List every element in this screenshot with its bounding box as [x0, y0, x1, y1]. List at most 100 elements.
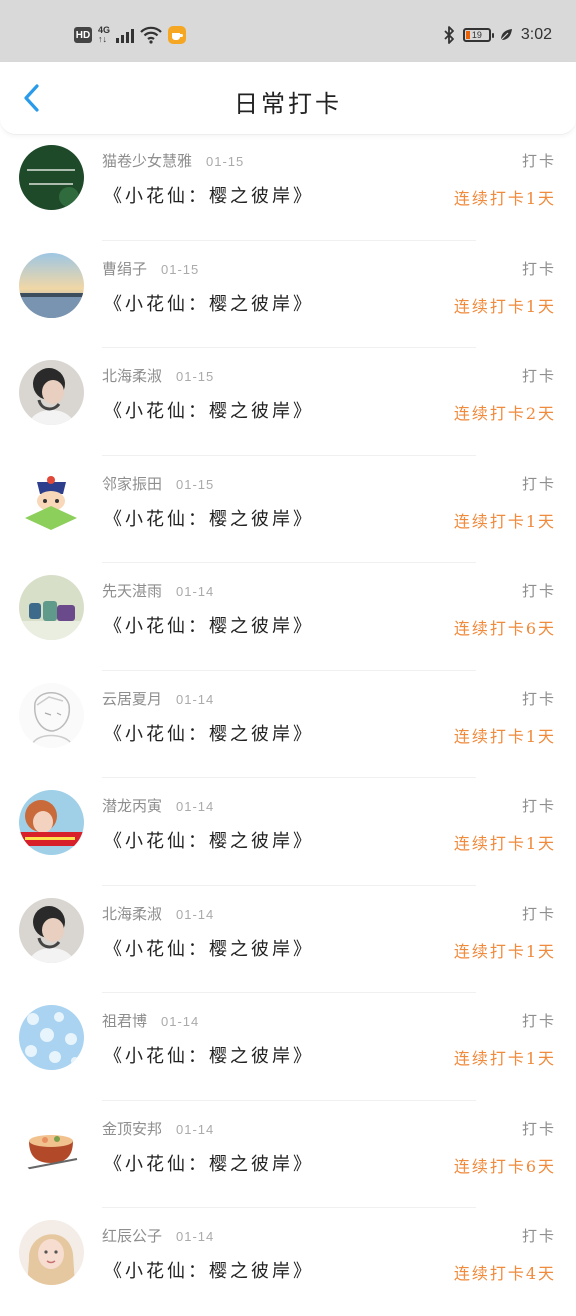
- streak-label: 连续打卡1天: [453, 941, 556, 961]
- checkin-date: 01-14: [176, 584, 215, 599]
- user-name[interactable]: 红辰公子: [102, 1227, 162, 1245]
- streak-label: 连续打卡1天: [453, 189, 556, 208]
- streak-label: 连续打卡1天: [453, 726, 556, 746]
- cell-signal-icon: [116, 27, 135, 43]
- user-name[interactable]: 猫卷少女慧雅: [102, 152, 192, 170]
- checkin-row: 红辰公子 01-14 《小花仙：樱之彼岸》 打卡 连续打卡4天: [0, 1208, 576, 1316]
- checkin-date: 01-14: [176, 1229, 215, 1244]
- streak-label: 连续打卡1天: [453, 511, 556, 531]
- checkin-row: 猫卷少女慧雅 01-15 《小花仙：樱之彼岸》 打卡 连续打卡1天: [0, 133, 576, 241]
- checkin-button[interactable]: 打卡: [522, 1010, 556, 1031]
- leaf-icon: [500, 29, 512, 41]
- book-title[interactable]: 《小花仙：樱之彼岸》: [104, 827, 314, 853]
- user-name[interactable]: 北海柔淑: [102, 367, 162, 385]
- avatar[interactable]: [19, 1112, 84, 1178]
- book-title[interactable]: 《小花仙：樱之彼岸》: [104, 935, 314, 961]
- book-title[interactable]: 《小花仙：樱之彼岸》: [104, 397, 314, 423]
- checkin-list[interactable]: 猫卷少女慧雅 01-15 《小花仙：樱之彼岸》 打卡 连续打卡1天 曹绢子 01-1…: [0, 133, 576, 1316]
- checkin-button[interactable]: 打卡: [522, 688, 556, 709]
- network-activity-label: ↑↓: [98, 34, 107, 44]
- checkin-button[interactable]: 打卡: [522, 1225, 556, 1246]
- streak-label: 连续打卡4天: [453, 1264, 556, 1283]
- status-bar: HD 4G ↑↓ 19 3:02: [0, 0, 576, 62]
- user-name-line: 金顶安邦 01-14: [102, 1118, 214, 1139]
- avatar[interactable]: [19, 360, 84, 425]
- checkin-row: 北海柔淑 01-15 《小花仙：樱之彼岸》 打卡 连续打卡2天: [0, 348, 576, 456]
- checkin-button[interactable]: 打卡: [522, 150, 556, 171]
- book-title[interactable]: 《小花仙：樱之彼岸》: [104, 1150, 314, 1176]
- battery-level: 19: [471, 30, 482, 40]
- user-name[interactable]: 祖君博: [102, 1012, 147, 1030]
- checkin-row: 潜龙丙寅 01-14 《小花仙：樱之彼岸》 打卡 连续打卡1天: [0, 778, 576, 886]
- user-name-line: 先天湛雨 01-14: [102, 580, 214, 601]
- book-title[interactable]: 《小花仙：樱之彼岸》: [104, 290, 314, 316]
- status-left: HD 4G ↑↓: [74, 20, 187, 50]
- title-bar: 日常打卡: [0, 62, 576, 135]
- clock: 3:02: [520, 26, 552, 43]
- user-name[interactable]: 邻家振田: [102, 475, 162, 493]
- user-name[interactable]: 金顶安邦: [102, 1120, 162, 1138]
- checkin-date: 01-14: [161, 1014, 200, 1029]
- user-name-line: 猫卷少女慧雅 01-15: [102, 150, 244, 171]
- avatar[interactable]: [19, 145, 84, 210]
- book-title[interactable]: 《小花仙：樱之彼岸》: [104, 1257, 314, 1283]
- checkin-button[interactable]: 打卡: [522, 903, 556, 924]
- status-right: 19 3:02: [443, 20, 552, 50]
- user-name-line: 潜龙丙寅 01-14: [102, 795, 214, 816]
- checkin-row: 曹绢子 01-15 《小花仙：樱之彼岸》 打卡 连续打卡1天: [0, 241, 576, 348]
- user-name[interactable]: 北海柔淑: [102, 905, 162, 923]
- page-title: 日常打卡: [234, 90, 342, 118]
- streak-label: 连续打卡2天: [453, 404, 556, 423]
- user-name[interactable]: 先天湛雨: [102, 582, 162, 600]
- user-name[interactable]: 云居夏月: [102, 690, 162, 708]
- user-name[interactable]: 曹绢子: [102, 260, 147, 278]
- user-name-line: 北海柔淑 01-14: [102, 903, 214, 924]
- checkin-date: 01-15: [176, 369, 215, 384]
- bluetooth-icon: [444, 26, 454, 44]
- checkin-date: 01-15: [161, 261, 200, 277]
- streak-label: 连续打卡6天: [453, 1156, 556, 1176]
- user-name-line: 云居夏月 01-14: [102, 688, 214, 709]
- streak-label: 连续打卡6天: [453, 619, 556, 638]
- checkin-row: 先天湛雨 01-14 《小花仙：樱之彼岸》 打卡 连续打卡6天: [0, 563, 576, 671]
- avatar[interactable]: [19, 1220, 84, 1285]
- avatar[interactable]: [19, 252, 84, 318]
- checkin-row: 云居夏月 01-14 《小花仙：樱之彼岸》 打卡 连续打卡1天: [0, 671, 576, 778]
- checkin-button[interactable]: 打卡: [522, 1118, 556, 1139]
- avatar[interactable]: [19, 682, 84, 748]
- avatar[interactable]: [19, 790, 84, 855]
- checkin-row: 邻家振田 01-15 《小花仙：樱之彼岸》 打卡 连续打卡1天: [0, 456, 576, 563]
- checkin-button[interactable]: 打卡: [522, 795, 556, 816]
- avatar[interactable]: [19, 467, 84, 533]
- checkin-button[interactable]: 打卡: [522, 365, 556, 386]
- checkin-date: 01-14: [176, 691, 215, 707]
- user-name-line: 红辰公子 01-14: [102, 1225, 214, 1246]
- checkin-button[interactable]: 打卡: [522, 473, 556, 494]
- user-name-line: 邻家振田 01-15: [102, 473, 214, 494]
- book-title[interactable]: 《小花仙：樱之彼岸》: [104, 1042, 314, 1068]
- checkin-button[interactable]: 打卡: [522, 258, 556, 279]
- hd-badge: HD: [74, 27, 92, 43]
- user-name-line: 曹绢子 01-15: [102, 258, 199, 279]
- checkin-row: 北海柔淑 01-14 《小花仙：樱之彼岸》 打卡 连续打卡1天: [0, 886, 576, 993]
- user-name-line: 祖君博 01-14: [102, 1010, 199, 1031]
- user-name[interactable]: 潜龙丙寅: [102, 797, 162, 815]
- book-title[interactable]: 《小花仙：樱之彼岸》: [104, 612, 314, 638]
- checkin-date: 01-14: [176, 799, 215, 814]
- checkin-button[interactable]: 打卡: [522, 580, 556, 601]
- checkin-date: 01-15: [176, 476, 215, 492]
- avatar[interactable]: [19, 897, 84, 963]
- battery-icon: 19: [462, 28, 494, 42]
- streak-label: 连续打卡1天: [453, 1049, 556, 1068]
- avatar[interactable]: [19, 575, 84, 640]
- checkin-date: 01-15: [206, 154, 245, 169]
- checkin-row: 祖君博 01-14 《小花仙：樱之彼岸》 打卡 连续打卡1天: [0, 993, 576, 1101]
- book-title[interactable]: 《小花仙：樱之彼岸》: [104, 505, 314, 531]
- book-title[interactable]: 《小花仙：樱之彼岸》: [104, 720, 314, 746]
- app-notification-icon: [168, 26, 187, 44]
- avatar[interactable]: [19, 1005, 84, 1070]
- user-name-line: 北海柔淑 01-15: [102, 365, 214, 386]
- network-type: 4G ↑↓: [98, 26, 110, 44]
- streak-label: 连续打卡1天: [453, 296, 556, 316]
- book-title[interactable]: 《小花仙：樱之彼岸》: [104, 182, 314, 208]
